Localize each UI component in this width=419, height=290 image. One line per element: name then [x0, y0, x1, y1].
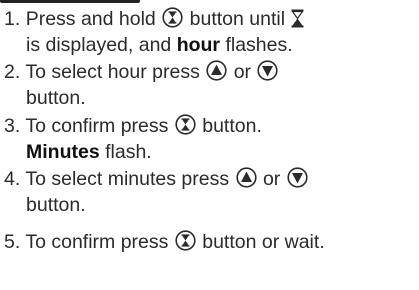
up-arrow-button-icon	[235, 167, 257, 188]
step-2: 2. To select hour press or button.	[4, 59, 279, 111]
step-text: To confirm press	[25, 115, 169, 137]
hourglass-icon	[291, 9, 305, 28]
step-number: 2.	[4, 61, 21, 83]
step-continuation: button.	[4, 192, 309, 218]
step-number: 1.	[4, 8, 21, 30]
step-number: 4.	[4, 168, 21, 190]
step-text: flashes.	[225, 34, 293, 56]
step-text: button or wait.	[202, 231, 325, 253]
step-3: 3. To confirm press button. Minutes flas…	[4, 113, 262, 165]
step-text: is displayed, and	[26, 34, 172, 56]
step-text: button.	[26, 87, 86, 109]
step-emphasis: Minutes	[26, 141, 100, 163]
hourglass-button-icon	[175, 114, 196, 135]
step-text: button.	[202, 115, 262, 137]
step-text: or	[233, 61, 252, 83]
step-text: or	[262, 168, 281, 190]
step-continuation: Minutes flash.	[4, 139, 262, 165]
up-arrow-button-icon	[206, 60, 227, 81]
step-text: Press and hold	[25, 8, 156, 30]
step-emphasis: hour	[176, 34, 221, 56]
step-text: button.	[26, 194, 86, 216]
step-text: To confirm press	[25, 231, 169, 253]
step-number: 5.	[4, 231, 21, 253]
step-text: button until	[189, 8, 286, 30]
hourglass-button-icon	[175, 230, 196, 251]
step-4: 4. To select minutes press or button.	[4, 166, 309, 218]
step-text: To select hour press	[25, 61, 200, 83]
step-5: 5. To confirm press button or wait.	[4, 229, 325, 255]
instruction-document: 1. Press and hold button until is displa…	[0, 0, 419, 290]
down-arrow-button-icon	[257, 60, 279, 81]
step-number: 3.	[4, 115, 21, 137]
step-text: flash.	[105, 141, 152, 163]
step-text: To select minutes press	[25, 168, 230, 190]
hourglass-button-icon	[162, 7, 183, 28]
step-1: 1. Press and hold button until is displa…	[4, 6, 305, 58]
step-continuation: button.	[4, 85, 279, 111]
step-continuation: is displayed, and hour flashes.	[4, 32, 305, 58]
down-arrow-button-icon	[287, 167, 308, 188]
cropped-heading-fragment	[0, 0, 140, 3]
